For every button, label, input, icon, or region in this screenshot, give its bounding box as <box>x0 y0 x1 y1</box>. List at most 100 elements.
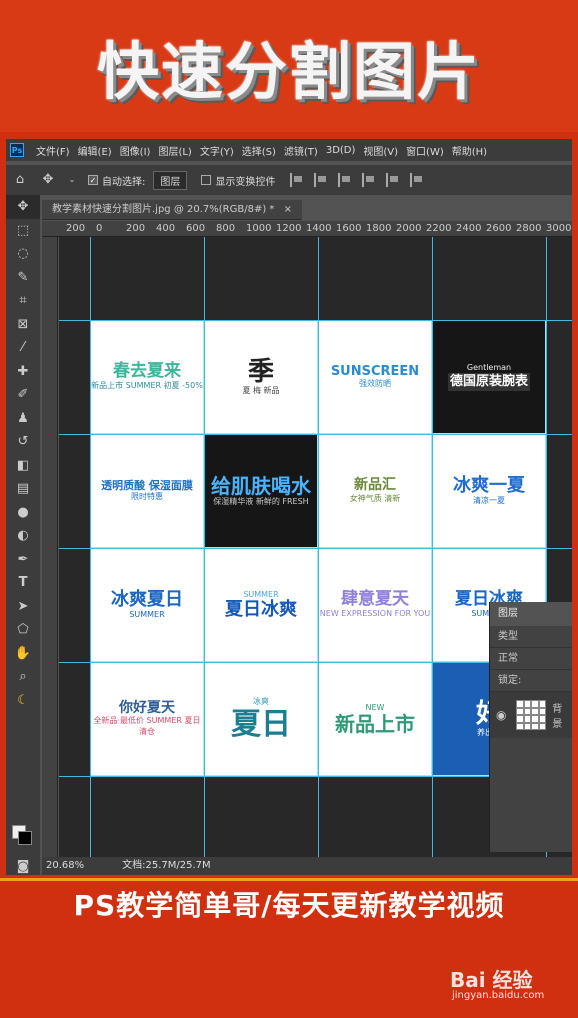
poster-subtitle: 新品上市 SUMMER 初夏 -50% <box>91 381 203 391</box>
poster-subtitle: Gentleman <box>466 362 512 372</box>
menu-window[interactable]: 窗口(W) <box>402 143 448 158</box>
poster-title: 透明质酸 保湿面膜 <box>101 478 193 492</box>
eye-icon[interactable]: ◉ <box>496 708 506 722</box>
pen-tool-icon[interactable]: ✒ <box>6 548 40 572</box>
footer-banner: PS教学简单哥/每天更新教学视频 Bai 经验 jingyan.baidu.co… <box>0 878 578 1018</box>
layer-row[interactable]: ◉ 背景 <box>490 692 572 738</box>
poster-title: 给肌肤喝水 <box>211 473 311 498</box>
poster-title: 肆意夏天 <box>341 589 409 610</box>
marquee-tool-icon[interactable]: ⬚ <box>6 219 40 243</box>
move-tool-icon[interactable]: ✥ <box>6 195 40 219</box>
lasso-tool-icon[interactable]: ◌ <box>6 242 40 266</box>
brush-tool-icon[interactable]: ✐ <box>6 383 40 407</box>
footer-caption: PS教学简单哥/每天更新教学视频 <box>73 889 505 922</box>
show-transform-label: 显示变换控件 <box>215 176 276 188</box>
path-select-tool-icon[interactable]: ➤ <box>6 595 40 619</box>
ruler-label: 2200 <box>426 223 452 234</box>
ruler-label: 1400 <box>306 223 332 234</box>
menu-layer[interactable]: 图层(L) <box>154 143 195 158</box>
ruler-label: 1200 <box>276 223 302 234</box>
dodge-tool-icon[interactable]: ◐ <box>6 524 40 548</box>
blur-tool-icon[interactable]: ● <box>6 501 40 525</box>
quick-mask-icon[interactable]: ◙ <box>6 855 40 875</box>
align-bottom-icon[interactable] <box>410 173 424 187</box>
poster-title: 夏日 <box>231 706 291 742</box>
guide-line[interactable] <box>59 320 572 321</box>
zoom-tool-icon[interactable]: ⌕ <box>6 665 40 689</box>
menu-file[interactable]: 文件(F) <box>32 143 74 158</box>
poster-title: 春去夏来 <box>113 361 181 382</box>
type-tool-icon[interactable]: T <box>6 571 40 595</box>
document-tab[interactable]: 教学素材快速分割图片.jpg @ 20.7%(RGB/8#) * × <box>42 200 303 220</box>
poster-title: 新品上市 <box>335 712 415 737</box>
layers-panel: 图层 类型 正常 锁定: ◉ 背景 <box>489 602 572 852</box>
menu-3d[interactable]: 3D(D) <box>322 145 360 156</box>
options-bar: ⌂ ✥ ⌄ ✓ 自动选择: 图层 显示变换控件 <box>6 165 572 195</box>
guide-line[interactable] <box>318 237 319 857</box>
eraser-tool-icon[interactable]: ◧ <box>6 454 40 478</box>
menu-image[interactable]: 图像(I) <box>116 143 155 158</box>
menu-select[interactable]: 选择(S) <box>238 143 280 158</box>
show-transform-checkbox[interactable] <box>201 175 212 185</box>
history-brush-icon[interactable]: ↺ <box>6 430 40 454</box>
poster-cell: 透明质酸 保湿面膜 限时特惠 <box>90 434 204 548</box>
healing-tool-icon[interactable]: ✚ <box>6 360 40 384</box>
guide-line[interactable] <box>59 434 572 435</box>
ruler-label: 0 <box>96 223 103 234</box>
layers-panel-title[interactable]: 图层 <box>490 602 572 626</box>
align-middle-icon[interactable] <box>386 173 400 187</box>
zoom-level[interactable]: 20.68% <box>46 857 84 875</box>
menu-edit[interactable]: 编辑(E) <box>74 143 116 158</box>
guide-line[interactable] <box>90 237 91 857</box>
hand-tool-icon[interactable]: ✋ <box>6 642 40 666</box>
ruler-label: 2400 <box>456 223 482 234</box>
close-icon[interactable]: × <box>284 204 292 215</box>
auto-select-dropdown[interactable]: 图层 <box>153 170 188 190</box>
menu-view[interactable]: 视图(V) <box>359 143 402 158</box>
eyedropper-tool-icon[interactable]: ⁄ <box>6 336 40 360</box>
poster-cell: SUMMER 夏日冰爽 <box>204 548 318 662</box>
ruler-label: 2000 <box>396 223 422 234</box>
doc-size[interactable]: 文档:25.7M/25.7M <box>122 857 211 875</box>
guide-line[interactable] <box>204 237 205 857</box>
align-center-icon[interactable] <box>314 173 328 187</box>
stamp-tool-icon[interactable]: ♟ <box>6 407 40 431</box>
photoshop-window: Ps 文件(F) 编辑(E) 图像(I) 图层(L) 文字(Y) 选择(S) 滤… <box>6 139 572 875</box>
ruler-label: 2600 <box>486 223 512 234</box>
poster-title: 季 <box>247 356 274 387</box>
poster-title: 冰爽一夏 <box>453 474 525 496</box>
align-top-icon[interactable] <box>362 173 376 187</box>
align-left-icon[interactable] <box>290 173 304 187</box>
document-tab-title: 教学素材快速分割图片.jpg @ 20.7%(RGB/8#) * <box>52 204 275 215</box>
align-right-icon[interactable] <box>338 173 352 187</box>
auto-select-checkbox[interactable]: ✓ <box>88 175 98 185</box>
layer-kind-filter[interactable]: 类型 <box>490 626 572 648</box>
home-icon[interactable]: ⌂ <box>12 172 28 188</box>
guide-line[interactable] <box>432 237 433 857</box>
poster-cell: 给肌肤喝水 保湿精华液 新鲜的 FRESH <box>204 434 318 548</box>
menu-help[interactable]: 帮助(H) <box>448 143 491 158</box>
menu-filter[interactable]: 滤镜(T) <box>280 143 322 158</box>
move-tool-icon[interactable]: ✥ <box>40 172 56 188</box>
ruler-label: 200 <box>126 223 146 234</box>
poster-subtitle: 女神气质 清新 <box>349 493 401 503</box>
poster-cell: 冰爽一夏 清凉一夏 <box>432 434 546 548</box>
gradient-tool-icon[interactable]: ▤ <box>6 477 40 501</box>
ruler-label: 800 <box>216 223 236 234</box>
shape-tool-icon[interactable]: ⬠ <box>6 618 40 642</box>
quick-select-tool-icon[interactable]: ✎ <box>6 266 40 290</box>
crop-tool-icon[interactable]: ⌗ <box>6 289 40 313</box>
background-color-swatch[interactable] <box>18 831 32 845</box>
poster-cell: 冰爽 夏日 <box>204 662 318 776</box>
banner-title: 快速分割图片 <box>96 35 481 108</box>
layer-name[interactable]: 背景 <box>552 700 572 730</box>
poster-cell: 你好夏天 全新品·最低价 SUMMER 夏日清仓 <box>90 662 204 776</box>
chevron-down-icon[interactable]: ⌄ <box>68 172 76 188</box>
menu-type[interactable]: 文字(Y) <box>196 143 238 158</box>
blend-mode-dropdown[interactable]: 正常 <box>490 648 572 670</box>
banana-icon[interactable]: ☾ <box>6 689 40 713</box>
poster-subtitle: 全新品·最低价 SUMMER 夏日清仓 <box>93 716 201 736</box>
frame-tool-icon[interactable]: ⊠ <box>6 313 40 337</box>
poster-subtitle: 夏 梅 新品 <box>242 386 280 396</box>
guide-line[interactable] <box>59 548 572 549</box>
